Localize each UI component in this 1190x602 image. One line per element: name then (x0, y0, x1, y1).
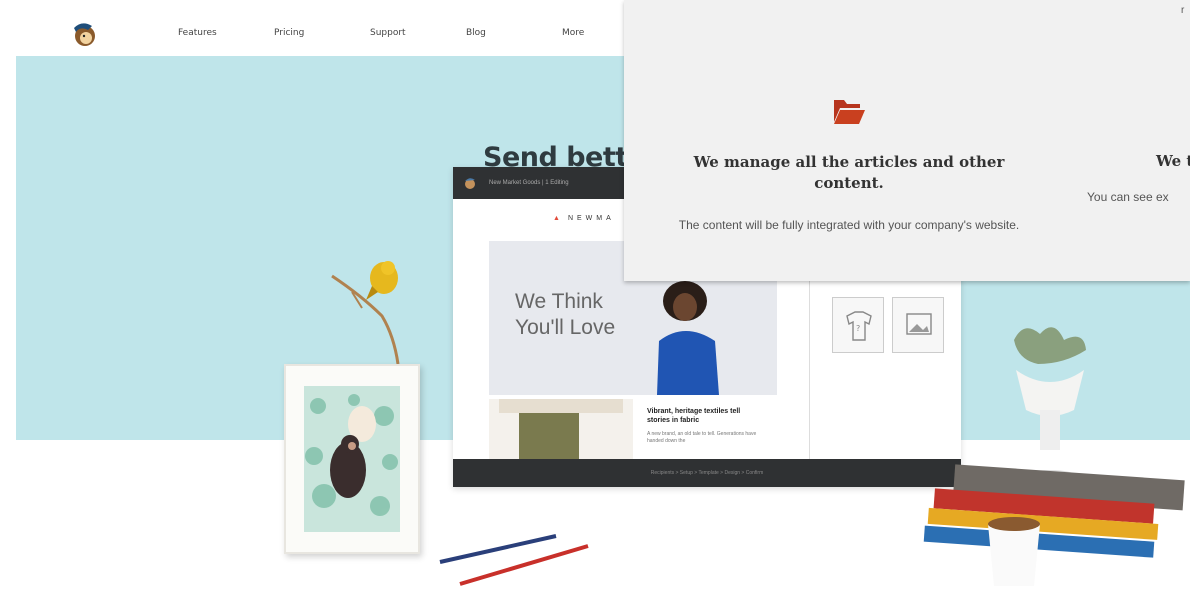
nav-items: Features Pricing Support Blog More (178, 10, 658, 56)
block-item[interactable]: ? (832, 297, 884, 353)
nav-support[interactable]: Support (370, 28, 466, 38)
pencils-icon (439, 534, 589, 586)
brand-triangle-icon: ▲ (553, 215, 564, 222)
overlay-corner-text: r (1181, 5, 1185, 16)
article-block: Vibrant, heritage textiles tell stories … (647, 407, 757, 445)
app-title-text: New Market Goods | 1 Editing (489, 180, 569, 186)
wizard-steps: Recipients > Setup > Template > Design >… (650, 470, 764, 476)
textile-photo-icon (499, 399, 623, 459)
article-body: A new brand, an old tale to tell. Genera… (647, 431, 757, 444)
feature-overlay-card: r We manage all the articles and other c… (624, 0, 1190, 281)
nav-features[interactable]: Features (178, 28, 274, 38)
frame-artwork (304, 386, 400, 532)
textile-photo (489, 399, 633, 459)
chimp-logo-icon[interactable] (68, 18, 100, 50)
article-title: Vibrant, heritage textiles tell stories … (647, 408, 741, 424)
chimp-small-icon (465, 178, 475, 189)
picture-frame (284, 364, 420, 554)
feature-description: The content will be fully integrated wit… (678, 218, 1020, 232)
feature-title: We manage all the articles and other con… (693, 153, 1005, 192)
monkey-art-icon (305, 394, 398, 516)
bird-on-branch-icon (331, 261, 400, 365)
nav-blog[interactable]: Blog (466, 28, 562, 38)
feature-title-secondary: We t (1156, 152, 1190, 170)
books-plant-cup-icon (923, 327, 1185, 586)
wizard-steps-bar: Recipients > Setup > Template > Design >… (453, 459, 961, 487)
nav-pricing[interactable]: Pricing (274, 28, 370, 38)
tshirt-icon: ? (846, 311, 872, 341)
svg-text:?: ? (856, 324, 860, 333)
email-headline: We Think You'll Love (515, 290, 616, 339)
feature-description-secondary: You can see ex (1087, 190, 1169, 204)
model-photo-icon (657, 281, 719, 395)
folder-open-icon (834, 100, 865, 124)
email-brand: ▲ NEWMA (553, 215, 615, 222)
